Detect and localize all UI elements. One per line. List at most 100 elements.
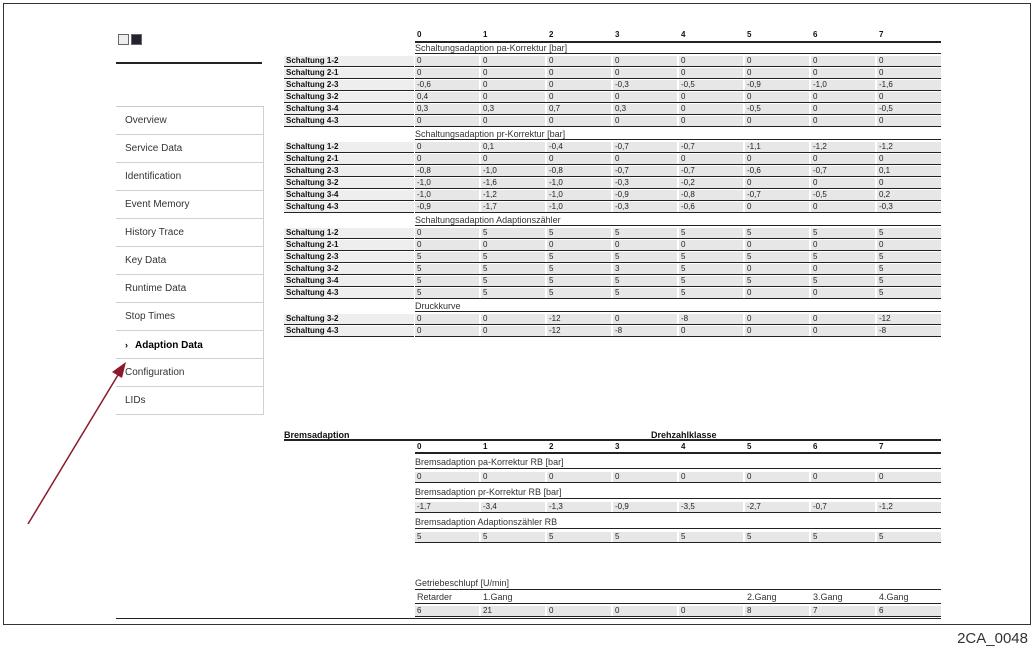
table-row-cell: 0: [547, 56, 611, 66]
sidebar-item-runtime-data[interactable]: Runtime Data: [116, 275, 264, 303]
sidebar-item-adaption-data[interactable]: › Adaption Data: [116, 331, 264, 359]
brake-section-title: Bremsadaption pr-Korrektur RB [bar]: [415, 487, 562, 497]
row-label-underline: [284, 250, 414, 251]
table-row-cell: 0: [745, 178, 809, 188]
table-row-cell: -0,9: [745, 80, 809, 90]
slip-row-cell: 0: [547, 606, 611, 616]
row-label-underline: [284, 78, 414, 79]
sidebar-divider: [116, 62, 262, 64]
table-row-cell: 0: [811, 68, 875, 78]
brake-row-cell: 5: [679, 532, 743, 542]
shift-header-col-4: 4: [681, 30, 686, 39]
table-row-underline: [415, 114, 941, 115]
table-row-cell: 0: [745, 116, 809, 126]
table-row-cell: 0: [745, 202, 809, 212]
sidebar-item-configuration[interactable]: Configuration: [116, 359, 264, 387]
row-label: Schaltung 1-2: [284, 56, 414, 66]
table-row-cell: 0: [811, 240, 875, 250]
table-row-cell: 0: [415, 240, 479, 250]
sidebar-item-identification[interactable]: Identification: [116, 163, 264, 191]
table-row-cell: -0,5: [679, 80, 743, 90]
table-row-cell: -1,1: [745, 142, 809, 152]
table-row-cell: 0: [811, 178, 875, 188]
sidebar-item-lids[interactable]: LIDs: [116, 387, 264, 415]
brake-row-cell: -1,7: [415, 502, 479, 512]
table-row-cell: 5: [415, 252, 479, 262]
sidebar-item-history-trace[interactable]: History Trace: [116, 219, 264, 247]
table-row-cell: 0: [745, 326, 809, 336]
brake-col-7: 7: [879, 442, 884, 451]
section-rule: [415, 311, 941, 312]
sidebar-item-label: Event Memory: [125, 199, 190, 210]
table-row-cell: 5: [481, 228, 545, 238]
table-row-cell: 0: [877, 178, 941, 188]
row-label-underline: [284, 274, 414, 275]
table-row-cell: 5: [877, 252, 941, 262]
section-rule: [415, 139, 941, 140]
table-row-cell: 0: [811, 116, 875, 126]
sidebar-item-label: History Trace: [125, 227, 184, 238]
table-row-cell: 0: [481, 314, 545, 324]
table-row-cell: -0,4: [547, 142, 611, 152]
table-row-cell: 0: [415, 154, 479, 164]
table-row-cell: 5: [613, 228, 677, 238]
table-row-cell: 0: [481, 92, 545, 102]
table-row-cell: -0,7: [679, 142, 743, 152]
table-row-cell: -0,8: [415, 166, 479, 176]
brake-row-cell: 0: [613, 472, 677, 482]
row-label: Schaltung 2-3: [284, 252, 414, 262]
table-row-underline: [415, 274, 941, 275]
sidebar-item-label: LIDs: [125, 395, 146, 406]
section-title: Schaltungsadaption pa-Korrektur [bar]: [415, 43, 568, 53]
table-row-cell: 0: [547, 68, 611, 78]
table-row-cell: -8: [613, 326, 677, 336]
sidebar-item-label: Identification: [125, 171, 182, 182]
table-row-cell: 5: [877, 276, 941, 286]
bottom-rule: [116, 618, 941, 619]
row-label-underline: [284, 152, 414, 153]
table-row-cell: 5: [745, 252, 809, 262]
sidebar-item-overview[interactable]: Overview: [116, 107, 264, 135]
table-row-cell: 0: [877, 92, 941, 102]
table-row-cell: 0: [481, 68, 545, 78]
table-row-cell: 0,1: [481, 142, 545, 152]
brake-col-6: 6: [813, 442, 818, 451]
table-row-cell: 5: [547, 252, 611, 262]
row-label-underline: [284, 262, 414, 263]
table-row-cell: 0: [613, 240, 677, 250]
shift-header-col-7: 7: [879, 30, 884, 39]
row-label: Schaltung 4-3: [284, 116, 414, 126]
sidebar-item-stop-times[interactable]: Stop Times: [116, 303, 264, 331]
table-row-cell: 0: [415, 56, 479, 66]
sidebar-item-label: Runtime Data: [125, 283, 187, 294]
table-row-cell: 0: [679, 104, 743, 114]
sidebar-item-key-data[interactable]: Key Data: [116, 247, 264, 275]
table-row-cell: -1,0: [811, 80, 875, 90]
brake-col-3: 3: [615, 442, 620, 451]
table-row-cell: -1,0: [547, 202, 611, 212]
table-row-cell: 0: [415, 228, 479, 238]
table-row-cell: 5: [679, 288, 743, 298]
shift-header-col-1: 1: [483, 30, 488, 39]
table-row-underline: [415, 102, 941, 103]
save-icon[interactable]: [131, 34, 142, 45]
table-row-cell: -0,3: [613, 178, 677, 188]
table-row-underline: [415, 238, 941, 239]
slip-row-cell: 0: [613, 606, 677, 616]
sidebar-item-service-data[interactable]: Service Data: [116, 135, 264, 163]
brake-col-5: 5: [747, 442, 752, 451]
section-title: Druckkurve: [415, 301, 461, 311]
sidebar-item-event-memory[interactable]: Event Memory: [116, 191, 264, 219]
row-label: Schaltung 3-2: [284, 314, 414, 324]
table-row-cell: -1,0: [547, 190, 611, 200]
table-row-cell: 0: [613, 116, 677, 126]
table-row-cell: 0: [679, 56, 743, 66]
table-row-cell: 5: [547, 264, 611, 274]
table-row-cell: 5: [481, 288, 545, 298]
minimize-icon[interactable]: [118, 34, 129, 45]
table-row-cell: -12: [547, 314, 611, 324]
table-row-cell: 0: [745, 288, 809, 298]
table-row-cell: -1,2: [481, 190, 545, 200]
row-label: Schaltung 3-2: [284, 264, 414, 274]
sidebar-item-label: Key Data: [125, 255, 167, 266]
